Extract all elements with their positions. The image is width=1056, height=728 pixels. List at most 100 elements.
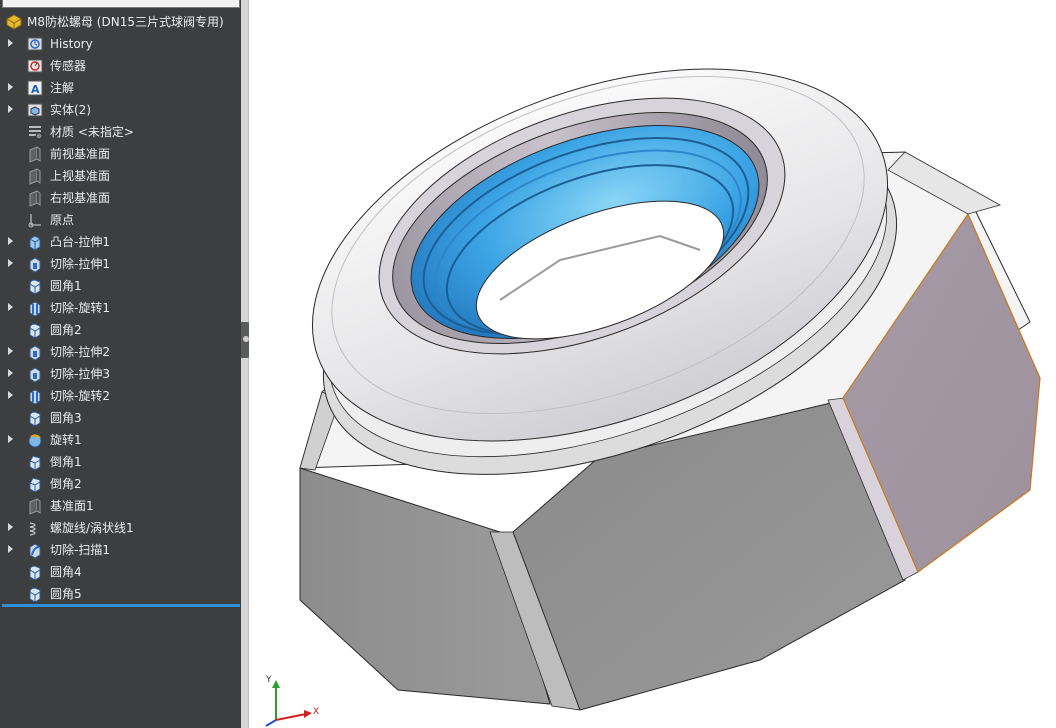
tree-item[interactable]: 切除-拉伸2 <box>0 341 241 363</box>
tree-item[interactable]: 切除-扫描1 <box>0 539 241 561</box>
tree-item[interactable]: 圆角4 <box>0 561 241 583</box>
tree-item[interactable]: 切除-旋转2 <box>0 385 241 407</box>
tree-item[interactable]: History <box>0 33 241 55</box>
tree-filter-input[interactable] <box>2 0 240 8</box>
tree-item[interactable]: 实体(2) <box>0 99 241 121</box>
expand-arrow-icon[interactable] <box>8 105 13 113</box>
tree-item-label: 上视基准面 <box>50 169 111 183</box>
tree-item[interactable]: 材质 <未指定> <box>0 121 241 143</box>
tree-item-label: 圆角5 <box>50 587 82 601</box>
tree-item[interactable]: 圆角2 <box>0 319 241 341</box>
tree-item[interactable]: 右视基准面 <box>0 187 241 209</box>
expand-arrow-icon[interactable] <box>8 545 13 553</box>
boss-extrude-icon <box>29 235 41 251</box>
tree-item-label: History <box>50 37 93 51</box>
svg-text:A: A <box>31 83 40 96</box>
view-orientation-triad: Y X <box>265 675 319 727</box>
expand-arrow-icon[interactable] <box>8 237 13 245</box>
model-view[interactable] <box>249 0 1056 728</box>
tree-item-label: 圆角2 <box>50 323 82 337</box>
tree-item-label: 前视基准面 <box>50 147 111 161</box>
rollback-bar[interactable] <box>2 604 240 607</box>
tree-item-label: 切除-旋转2 <box>50 389 110 403</box>
tree-item-label: 基准面1 <box>50 499 94 513</box>
cut-revolve-icon <box>29 301 41 317</box>
revolve-icon <box>28 434 42 448</box>
expand-arrow-icon[interactable] <box>8 303 13 311</box>
cut-sweep-icon <box>29 543 41 559</box>
tree-item[interactable]: 基准面1 <box>0 495 241 517</box>
plane-icon <box>29 498 41 515</box>
tree-item[interactable]: 螺旋线/涡状线1 <box>0 517 241 539</box>
tree-item-label: 传感器 <box>50 59 87 73</box>
cut-extrude-icon <box>29 367 41 383</box>
cut-extrude-icon <box>29 257 41 273</box>
tree-item[interactable]: 旋转1 <box>0 429 241 451</box>
tree-item-label: 材质 <未指定> <box>50 125 134 139</box>
tree-item-label: 切除-扫描1 <box>50 543 110 557</box>
tree-item-label: 凸台-拉伸1 <box>50 235 110 249</box>
part-icon <box>6 14 22 30</box>
plane-icon <box>29 168 41 185</box>
tree-item-label: 螺旋线/涡状线1 <box>50 521 134 535</box>
panel-splitter[interactable] <box>241 0 249 728</box>
tree-item-label: 切除-旋转1 <box>50 301 110 315</box>
tree-item[interactable]: 传感器 <box>0 55 241 77</box>
cut-revolve-icon <box>29 389 41 405</box>
tree-item-label: 实体(2) <box>50 103 91 117</box>
expand-arrow-icon[interactable] <box>8 347 13 355</box>
tree-item-label: 倒角1 <box>50 455 82 469</box>
plane-icon <box>29 190 41 207</box>
expand-arrow-icon[interactable] <box>8 39 13 47</box>
expand-arrow-icon[interactable] <box>8 83 13 91</box>
origin-icon <box>28 214 41 228</box>
tree-item-label: 旋转1 <box>50 433 82 447</box>
plane-icon <box>29 146 41 163</box>
tree-item-label: 切除-拉伸2 <box>50 345 110 359</box>
tree-item[interactable]: 凸台-拉伸1 <box>0 231 241 253</box>
tree-item[interactable]: 切除-旋转1 <box>0 297 241 319</box>
tree-item-label: 倒角2 <box>50 477 82 491</box>
fillet-icon <box>29 587 41 603</box>
tree-item[interactable]: 圆角5 <box>0 583 241 605</box>
triad-x-label: X <box>313 707 319 717</box>
tree-item[interactable]: A 注解 <box>0 77 241 99</box>
tree-item[interactable]: 前视基准面 <box>0 143 241 165</box>
tree-item[interactable]: 切除-拉伸1 <box>0 253 241 275</box>
tree-item-label: 圆角1 <box>50 279 82 293</box>
fillet-icon <box>29 565 41 581</box>
fillet-icon <box>29 279 41 295</box>
chamfer-icon <box>29 455 41 471</box>
tree-item-label: 切除-拉伸1 <box>50 257 110 271</box>
expand-arrow-icon[interactable] <box>8 259 13 267</box>
expand-arrow-icon[interactable] <box>8 523 13 531</box>
tree-item[interactable]: 原点 <box>0 209 241 231</box>
history-icon <box>27 37 43 51</box>
tree-item[interactable]: 圆角1 <box>0 275 241 297</box>
expand-arrow-icon[interactable] <box>8 435 13 443</box>
tree-item-label: 右视基准面 <box>50 191 111 205</box>
tree-item-label: 原点 <box>50 213 75 227</box>
tree-item-label: 圆角3 <box>50 411 82 425</box>
tree-item-label: 注解 <box>50 81 75 95</box>
tree-item[interactable]: 倒角2 <box>0 473 241 495</box>
fillet-icon <box>29 323 41 339</box>
feature-manager-tree: M8防松螺母 (DN15三片式球阀专用) History 传感器 A 注解实体(2) 材… <box>0 0 241 728</box>
tree-item[interactable]: 切除-拉伸3 <box>0 363 241 385</box>
tree-item[interactable]: 上视基准面 <box>0 165 241 187</box>
tree-item[interactable]: 倒角1 <box>0 451 241 473</box>
fillet-icon <box>29 411 41 427</box>
expand-arrow-icon[interactable] <box>8 391 13 399</box>
tree-item-label: 切除-拉伸3 <box>50 367 110 381</box>
helix-icon <box>29 522 36 536</box>
material-icon <box>29 126 43 140</box>
tree-root-part[interactable]: M8防松螺母 (DN15三片式球阀专用) <box>0 10 241 32</box>
solid-bodies-icon <box>27 103 43 117</box>
expand-arrow-icon[interactable] <box>8 369 13 377</box>
sensor-icon <box>27 59 43 73</box>
triad-y-label: Y <box>265 675 272 685</box>
graphics-area[interactable]: Y X <box>249 0 1056 728</box>
tree-item[interactable]: 圆角3 <box>0 407 241 429</box>
chamfer-icon <box>29 477 41 493</box>
annotation-icon: A <box>27 80 43 96</box>
